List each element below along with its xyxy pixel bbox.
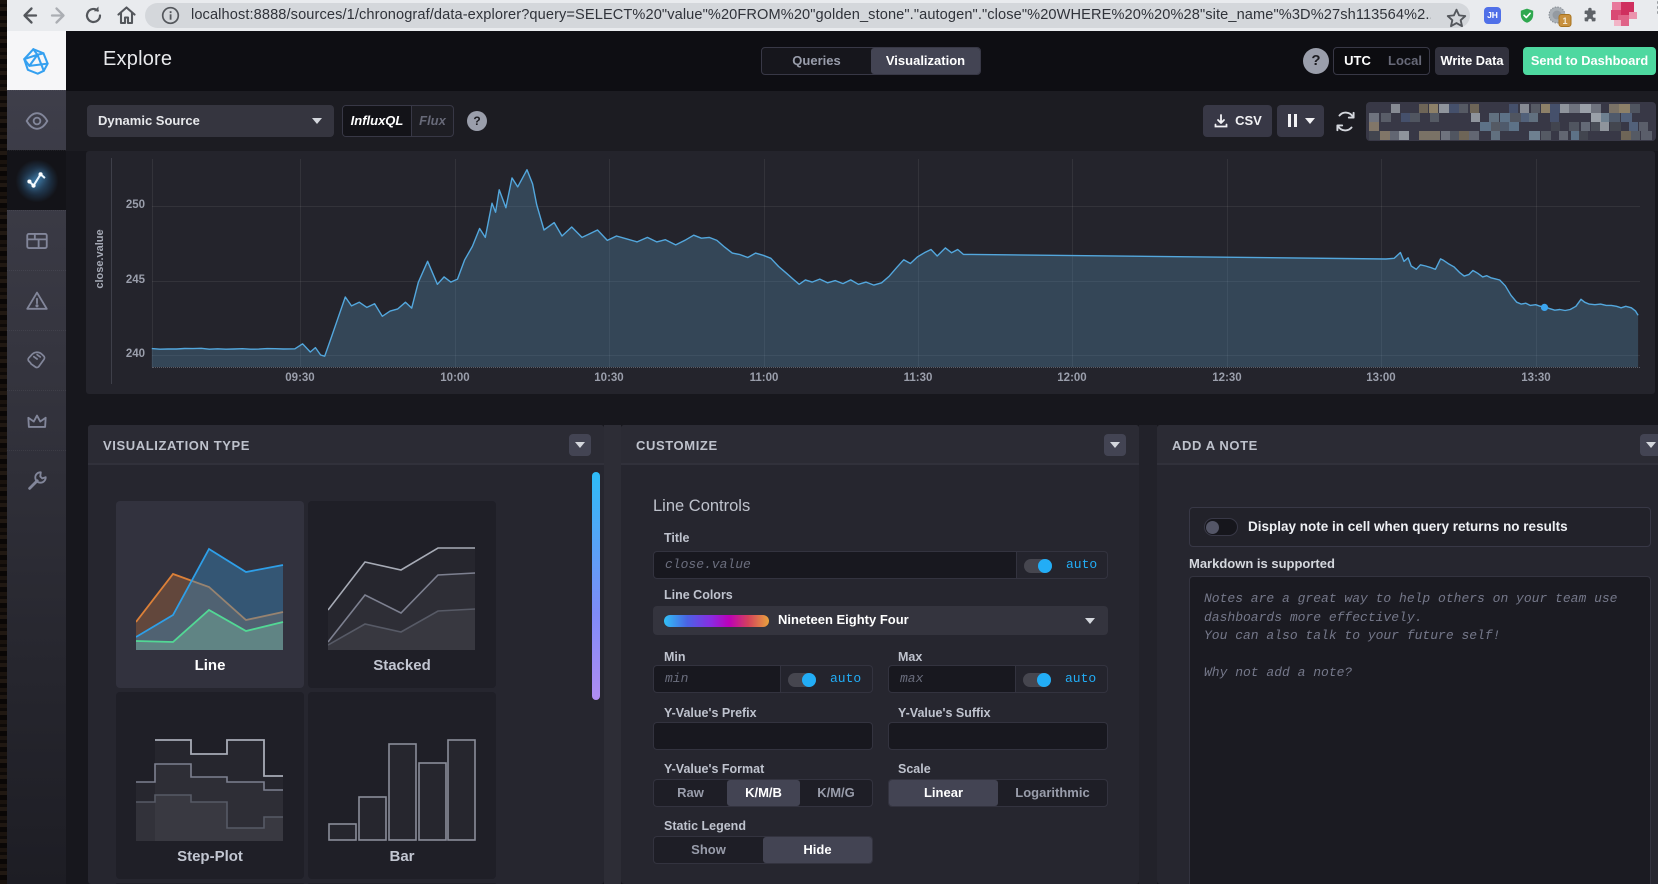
svg-text:1: 1 bbox=[1562, 16, 1567, 26]
